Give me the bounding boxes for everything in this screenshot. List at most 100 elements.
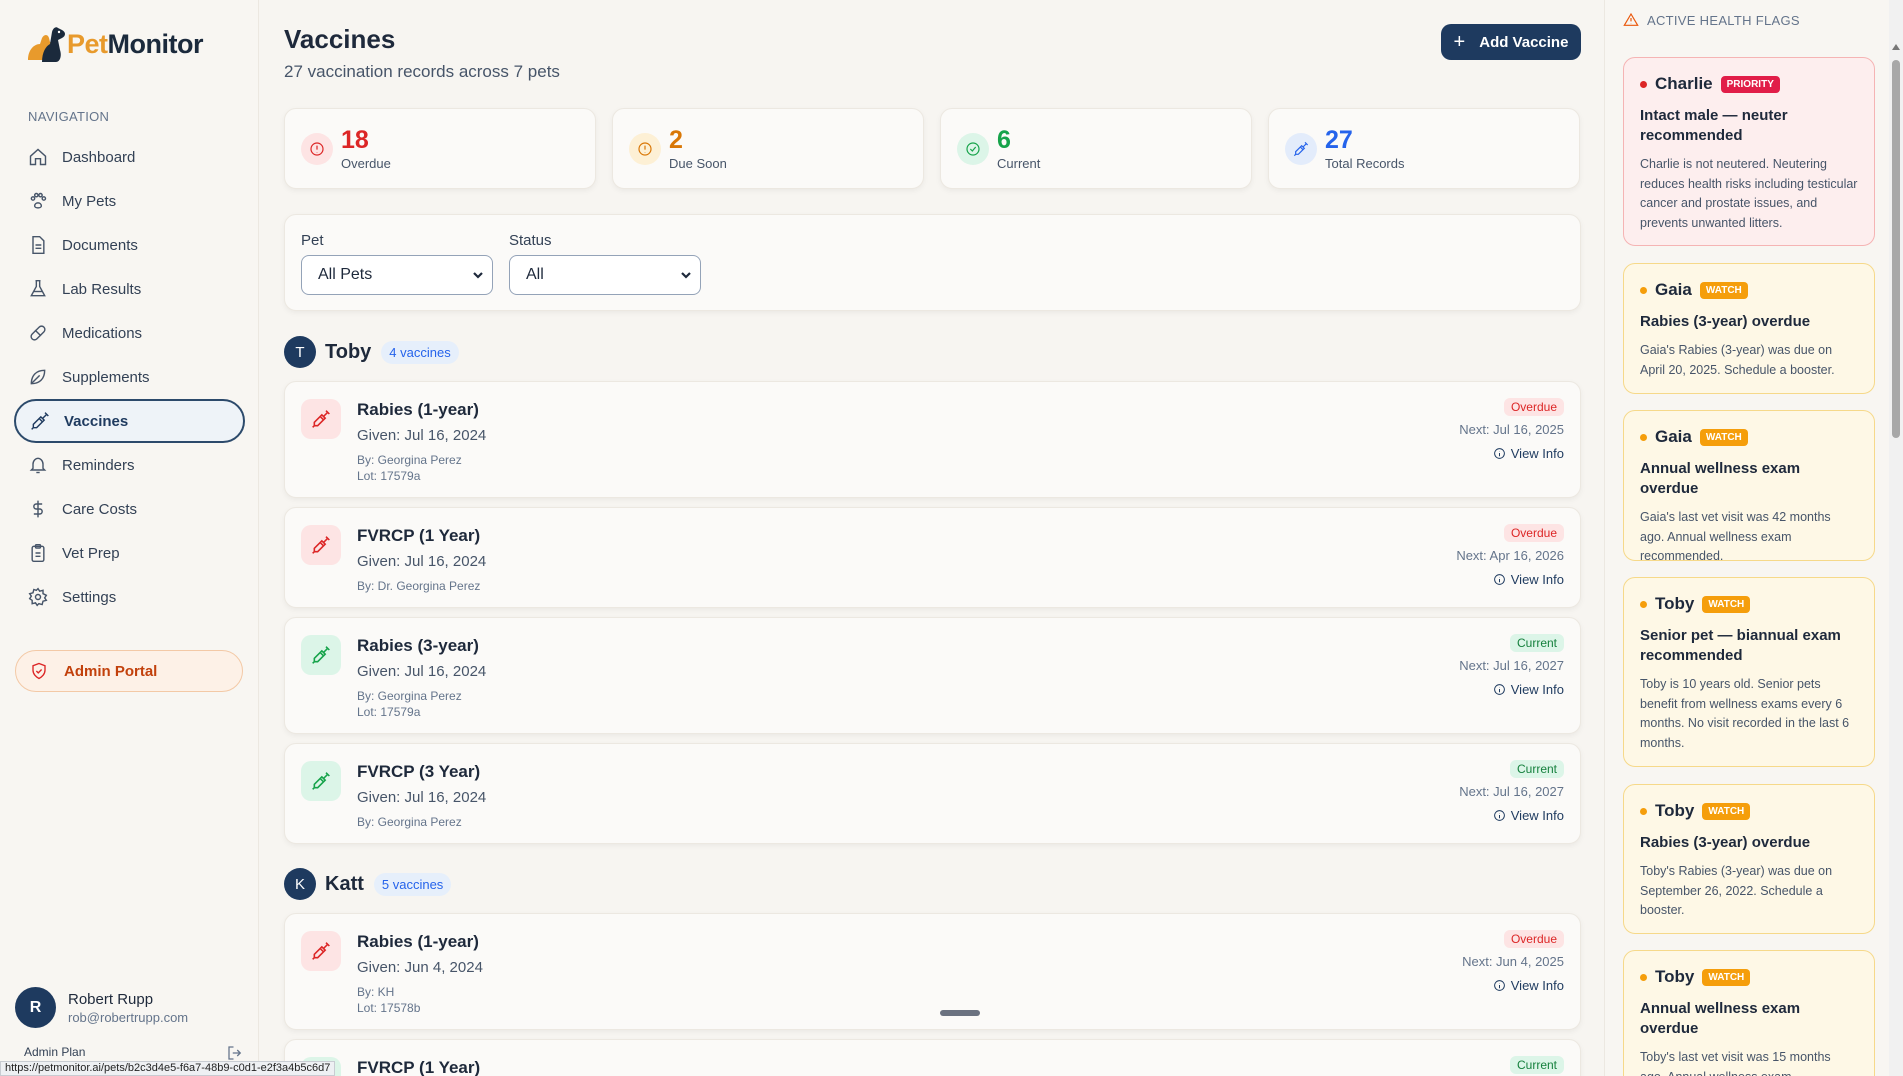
sidebar-item-label: Dashboard bbox=[62, 148, 136, 166]
sidebar-item-care-costs[interactable]: Care Costs bbox=[14, 487, 245, 531]
sidebar-item-label: Documents bbox=[62, 236, 138, 254]
add-vaccine-button[interactable]: + Add Vaccine bbox=[1441, 24, 1581, 60]
sidebar-item-label: Supplements bbox=[62, 368, 150, 386]
filter-panel: Pet All Pets Status All bbox=[284, 214, 1581, 311]
flag-title: Rabies (3-year) overdue bbox=[1640, 834, 1811, 851]
health-flag-card[interactable]: Gaia WATCH Annual wellness exam overdue G… bbox=[1623, 410, 1875, 563]
vaccine-lot: Lot: 17578b bbox=[357, 1001, 421, 1015]
logo[interactable]: PetMonitor bbox=[22, 20, 204, 68]
chevron-down-icon bbox=[681, 272, 691, 279]
syringe-icon bbox=[312, 942, 330, 960]
flag-title: Senior pet — biannual exam recommended bbox=[1640, 627, 1841, 664]
health-flags-panel: ACTIVE HEALTH FLAGS Charlie PRIORITY Inta… bbox=[1604, 0, 1903, 1076]
shield-check-icon bbox=[32, 662, 46, 680]
flag-pet-name: Charlie bbox=[1655, 74, 1713, 93]
flag-level-badge: PRIORITY bbox=[1720, 75, 1780, 93]
vaccine-card[interactable]: FVRCP (1 Year) Given: Jul 16, 2024 By: D… bbox=[284, 507, 1581, 608]
view-info-label: View Info bbox=[1510, 572, 1564, 587]
flag-description: Gaia's last vet visit was 42 months ago.… bbox=[1640, 510, 1831, 563]
page-subtitle: 27 vaccination records across 7 pets bbox=[284, 62, 560, 81]
sidebar-item-medications[interactable]: Medications bbox=[14, 311, 245, 355]
status-badge: Current bbox=[1509, 1056, 1564, 1074]
health-flag-card[interactable]: Toby WATCH Rabies (3-year) overdue Toby's… bbox=[1623, 784, 1875, 934]
stat-value: 6 bbox=[997, 125, 1011, 154]
flag-pet-name: Toby bbox=[1655, 801, 1695, 820]
sidebar-item-dashboard[interactable]: Dashboard bbox=[14, 135, 245, 179]
vaccine-card[interactable]: FVRCP (1 Year) Current bbox=[284, 1039, 1581, 1076]
status-badge: Overdue bbox=[1503, 524, 1564, 542]
vaccine-count-badge: 5 vaccines bbox=[373, 872, 452, 896]
sidebar: PetMonitor NAVIGATION Dashboard My Pets … bbox=[0, 0, 259, 1076]
vaccine-administered-by: By: Georgina Perez bbox=[357, 689, 462, 703]
vaccine-count-badge: 4 vaccines bbox=[381, 340, 459, 364]
vaccine-administered-by: By: Georgina Perez bbox=[357, 815, 462, 829]
logo-monitor-text: Monitor bbox=[107, 28, 204, 59]
info-icon bbox=[1493, 980, 1505, 991]
view-info-link[interactable]: View Info bbox=[1493, 978, 1564, 993]
vaccine-card[interactable]: FVRCP (3 Year) Given: Jul 16, 2024 By: G… bbox=[284, 743, 1581, 844]
status-select[interactable]: All bbox=[509, 255, 701, 295]
stat-label: Due Soon bbox=[669, 155, 727, 171]
health-flag-card[interactable]: Charlie PRIORITY Intact male — neuter rec… bbox=[1623, 57, 1875, 246]
page-title: Vaccines bbox=[284, 24, 396, 54]
stat-value: 27 bbox=[1325, 125, 1353, 154]
status-bar-url: https://petmonitor.ai/pets/b2c3d4e5-f6a7… bbox=[0, 1061, 336, 1076]
sidebar-item-label: Settings bbox=[62, 588, 117, 606]
sidebar-item-my-pets[interactable]: My Pets bbox=[14, 179, 245, 223]
flag-description: Toby's last vet visit was 15 months ago.… bbox=[1640, 1050, 1831, 1076]
stat-card-due-soon: 2 Due Soon bbox=[612, 108, 924, 189]
priority-dot-icon bbox=[1640, 80, 1647, 88]
view-info-label: View Info bbox=[1510, 682, 1564, 697]
dollar-icon bbox=[33, 500, 43, 518]
warning-triangle-icon bbox=[1623, 12, 1639, 26]
logout-icon[interactable] bbox=[226, 1044, 244, 1062]
flag-description: Toby is 10 years old. Senior pets benefi… bbox=[1640, 677, 1850, 750]
health-flag-card[interactable]: Toby WATCH Senior pet — biannual exam rec… bbox=[1623, 577, 1875, 767]
sidebar-item-supplements[interactable]: Supplements bbox=[14, 355, 245, 399]
sidebar-item-lab-results[interactable]: Lab Results bbox=[14, 267, 245, 311]
leaf-icon bbox=[30, 369, 46, 385]
status-filter: Status All bbox=[509, 232, 701, 295]
view-info-label: View Info bbox=[1510, 808, 1564, 823]
vaccine-card[interactable]: Rabies (1-year) Given: Jul 16, 2024 By: … bbox=[284, 381, 1581, 498]
pet-group-header: K Katt 5 vaccines bbox=[284, 868, 452, 900]
vaccine-given-date: Given: Jul 16, 2024 bbox=[357, 789, 487, 806]
view-info-link[interactable]: View Info bbox=[1493, 682, 1564, 697]
vaccine-card[interactable]: Rabies (3-year) Given: Jul 16, 2024 By: … bbox=[284, 617, 1581, 734]
vaccine-given-date: Given: Jul 16, 2024 bbox=[357, 427, 487, 444]
sidebar-item-label: Vaccines bbox=[64, 412, 129, 430]
scroll-up-icon[interactable] bbox=[1892, 44, 1900, 50]
admin-portal-button[interactable]: Admin Portal bbox=[15, 650, 243, 692]
scrollbar-thumb[interactable] bbox=[1892, 60, 1900, 438]
flag-title: Annual wellness exam overdue bbox=[1640, 460, 1801, 497]
sidebar-item-settings[interactable]: Settings bbox=[14, 575, 245, 619]
sidebar-item-label: My Pets bbox=[62, 192, 117, 210]
sidebar-item-documents[interactable]: Documents bbox=[14, 223, 245, 267]
flag-description: Toby's Rabies (3-year) was due on Septem… bbox=[1640, 864, 1833, 917]
sidebar-item-vet-prep[interactable]: Vet Prep bbox=[14, 531, 245, 575]
stat-value: 2 bbox=[669, 125, 683, 154]
watch-dot-icon bbox=[1640, 807, 1647, 815]
user-email: rob@robertrupp.com bbox=[68, 1009, 189, 1025]
watch-dot-icon bbox=[1640, 286, 1647, 294]
view-info-link[interactable]: View Info bbox=[1493, 446, 1564, 461]
vertical-scrollbar[interactable] bbox=[1889, 0, 1903, 1076]
flag-level-badge: WATCH bbox=[1702, 802, 1751, 820]
sidebar-item-reminders[interactable]: Reminders bbox=[14, 443, 245, 487]
flag-description: Gaia's Rabies (3-year) was due on April … bbox=[1640, 343, 1835, 377]
sidebar-item-label: Medications bbox=[62, 324, 143, 342]
stat-label: Total Records bbox=[1325, 155, 1405, 171]
pet-select[interactable]: All Pets bbox=[301, 255, 493, 295]
flask-icon bbox=[30, 279, 46, 297]
health-flag-card[interactable]: Gaia WATCH Rabies (3-year) overdue Gaia's… bbox=[1623, 263, 1875, 394]
vaccine-card[interactable]: Rabies (1-year) Given: Jun 4, 2024 By: K… bbox=[284, 913, 1581, 1030]
scroll-handle[interactable] bbox=[940, 1010, 980, 1016]
vaccine-next-date: Next: Jun 4, 2025 bbox=[1462, 954, 1564, 969]
health-flag-card[interactable]: Toby WATCH Annual wellness exam overdue T… bbox=[1623, 950, 1875, 1076]
view-info-link[interactable]: View Info bbox=[1493, 572, 1564, 587]
alert-circle-icon bbox=[638, 141, 652, 156]
view-info-link[interactable]: View Info bbox=[1493, 808, 1564, 823]
user-profile[interactable]: R Robert Rupp rob@robertrupp.com bbox=[15, 987, 188, 1028]
sidebar-item-vaccines[interactable]: Vaccines bbox=[14, 399, 245, 443]
flag-level-badge: WATCH bbox=[1702, 968, 1751, 986]
